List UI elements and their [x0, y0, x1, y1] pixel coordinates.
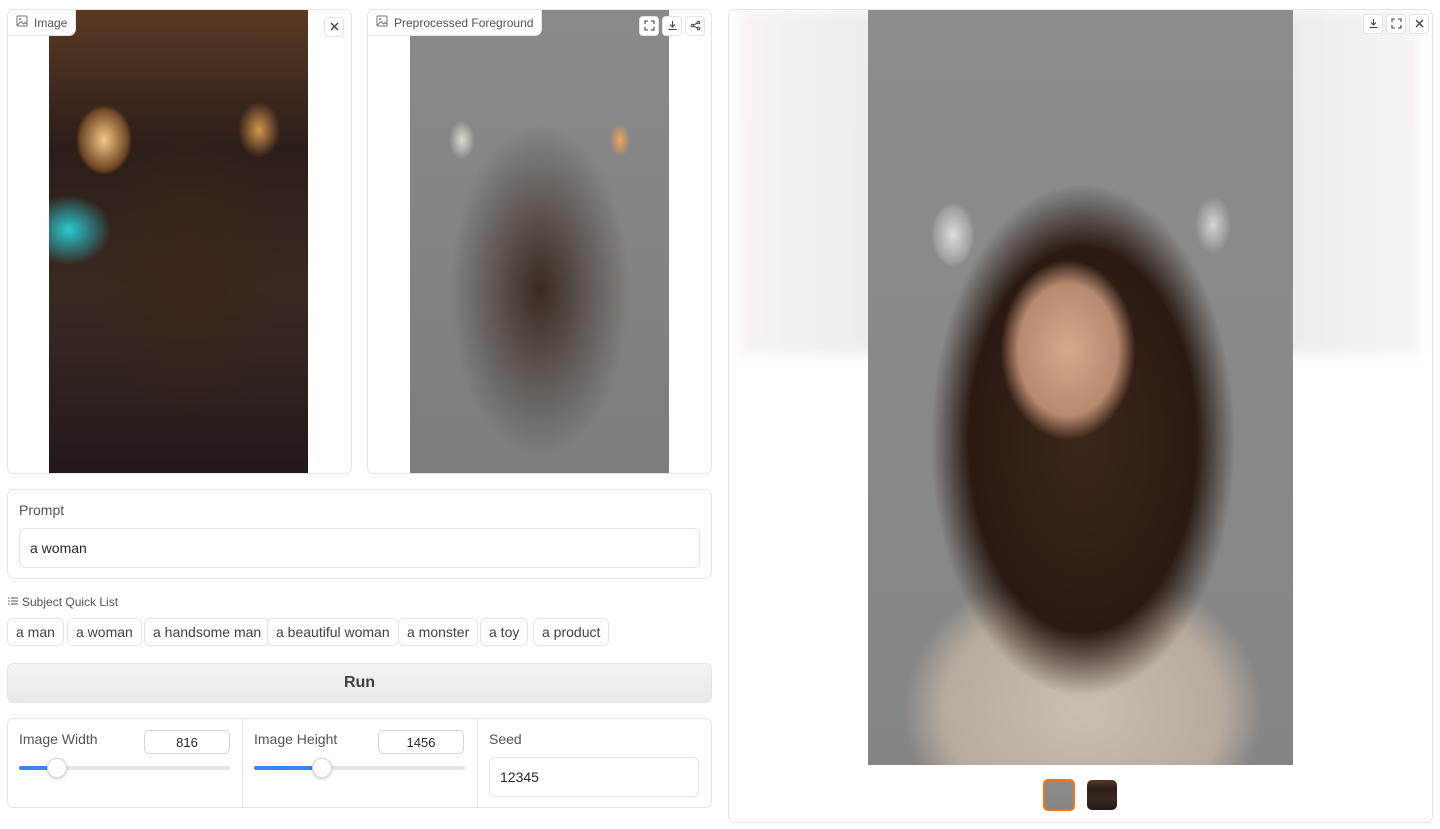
fullscreen-icon — [643, 18, 655, 34]
settings-divider — [242, 719, 243, 807]
list-icon — [8, 595, 18, 609]
download-icon — [667, 18, 678, 34]
image-icon — [16, 15, 28, 30]
image-height-label: Image Height — [254, 731, 338, 747]
gallery-thumbnail-1[interactable] — [1043, 779, 1075, 811]
fullscreen-button[interactable] — [1386, 14, 1406, 34]
chip-a-product[interactable]: a product — [533, 618, 610, 646]
image-width-input[interactable]: 816 — [144, 730, 230, 754]
seed-label: Seed — [489, 731, 522, 747]
image-height-slider-thumb[interactable] — [312, 758, 332, 778]
gallery-thumbnail-2[interactable] — [1087, 780, 1117, 810]
input-image-photo[interactable] — [49, 10, 308, 473]
chip-a-beautiful-woman[interactable]: a beautiful woman — [267, 618, 399, 646]
download-icon — [1368, 16, 1379, 32]
download-button[interactable] — [662, 16, 682, 36]
prompt-panel: Prompt a woman — [7, 489, 712, 579]
settings-divider — [477, 719, 478, 807]
image-height-slider[interactable] — [254, 766, 465, 770]
download-button[interactable] — [1363, 14, 1383, 34]
input-image-label-text: Image — [34, 15, 68, 30]
chip-a-toy[interactable]: a toy — [480, 618, 529, 646]
fullscreen-icon — [1390, 16, 1402, 32]
fullscreen-button[interactable] — [639, 16, 659, 36]
quick-list-header: Subject Quick List — [8, 595, 118, 609]
chip-a-monster[interactable]: a monster — [398, 618, 479, 646]
image-width-label: Image Width — [19, 731, 98, 747]
result-image[interactable] — [868, 10, 1293, 765]
close-icon — [1414, 16, 1425, 32]
image-icon — [376, 15, 388, 30]
share-icon — [690, 18, 701, 34]
chip-a-woman[interactable]: a woman — [67, 618, 142, 646]
image-width-slider-thumb[interactable] — [47, 758, 67, 778]
seed-input[interactable]: 12345 — [489, 757, 699, 797]
run-button[interactable]: Run — [7, 663, 712, 703]
chip-a-man[interactable]: a man — [7, 618, 64, 646]
foreground-panel: Preprocessed Foreground — [367, 9, 712, 474]
image-height-input[interactable]: 1456 — [378, 730, 464, 754]
close-gallery-button[interactable] — [1409, 14, 1429, 34]
result-gallery-panel — [728, 9, 1433, 823]
input-image-label: Image — [8, 10, 77, 36]
prompt-textarea[interactable]: a woman — [19, 528, 700, 568]
chip-a-handsome-man[interactable]: a handsome man — [144, 618, 271, 646]
prompt-label: Prompt — [19, 502, 65, 518]
share-button[interactable] — [685, 16, 705, 36]
foreground-photo[interactable] — [410, 10, 669, 473]
foreground-label-text: Preprocessed Foreground — [394, 15, 534, 30]
input-image-panel: Image — [7, 9, 352, 474]
close-icon — [329, 19, 340, 35]
foreground-label: Preprocessed Foreground — [368, 10, 543, 36]
clear-image-button[interactable] — [324, 17, 344, 37]
settings-row: Image Width 816 Image Height 1456 Seed 1… — [7, 718, 712, 808]
quick-list-label: Subject Quick List — [22, 595, 119, 609]
